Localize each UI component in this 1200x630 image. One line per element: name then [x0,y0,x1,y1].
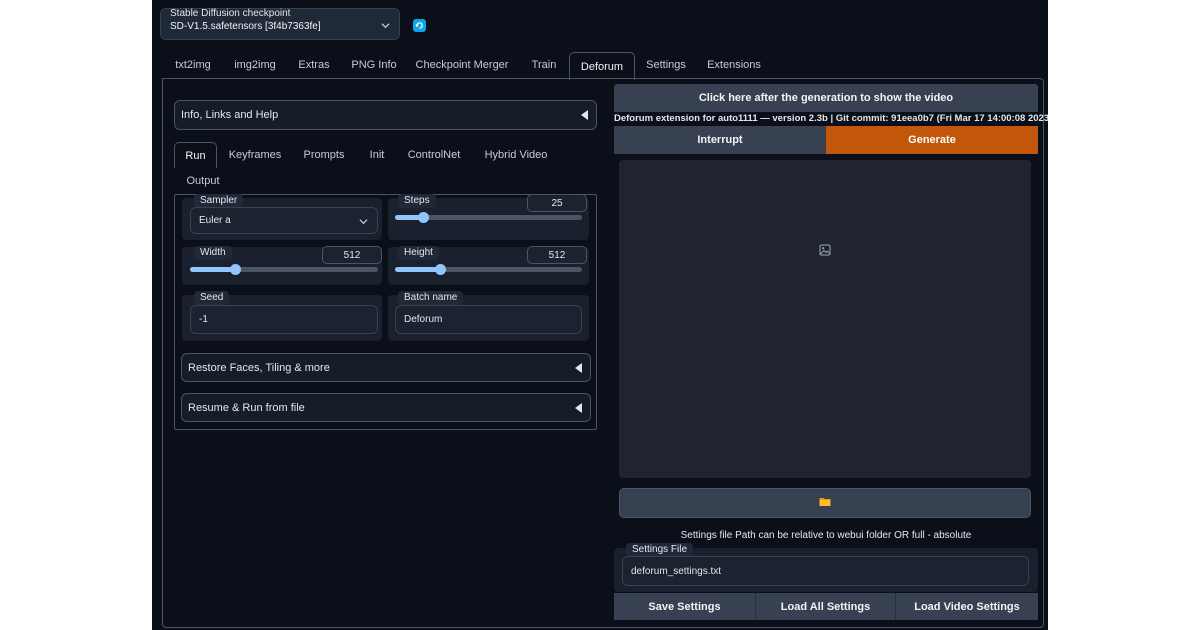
restore-faces-accordion[interactable]: Restore Faces, Tiling & more [181,353,591,382]
generate-button[interactable]: Generate [826,126,1038,154]
subtab-hybrid-video[interactable]: Hybrid Video [478,142,554,168]
save-settings-button[interactable]: Save Settings [614,593,755,620]
height-slider[interactable] [395,264,582,275]
tab-extras[interactable]: Extras [292,52,336,78]
interrupt-button[interactable]: Interrupt [614,126,826,154]
resume-run-accordion[interactable]: Resume & Run from file [181,393,591,422]
subtab-run[interactable]: Run [174,142,217,168]
width-label: Width [194,246,232,260]
collapse-triangle-icon [581,110,588,120]
tab-img2img[interactable]: img2img [228,52,282,78]
info-links-help-accordion[interactable]: Info, Links and Help [174,100,597,130]
settings-path-note: Settings file Path can be relative to we… [680,530,972,541]
tab-deforum[interactable]: Deforum [569,52,635,80]
tab-png-info[interactable]: PNG Info [346,52,402,78]
restore-faces-label: Restore Faces, Tiling & more [188,361,330,374]
seed-label: Seed [194,291,230,305]
steps-slider[interactable] [395,212,582,223]
info-links-help-label: Info, Links and Help [181,109,279,121]
width-slider-fill [190,267,236,272]
height-label: Height [398,246,439,260]
subtab-prompts[interactable]: Prompts [298,142,350,168]
batch-name-input[interactable]: Deforum [395,305,582,334]
open-folder-button[interactable] [619,488,1031,518]
checkpoint-label: Stable Diffusion checkpoint [170,8,291,19]
seed-input[interactable]: -1 [190,305,378,334]
subtab-keyframes[interactable]: Keyframes [224,142,286,168]
resume-run-label: Resume & Run from file [188,401,305,414]
steps-number-input[interactable]: 25 [527,194,587,212]
image-icon [819,244,831,259]
folder-icon [819,496,831,510]
refresh-icon[interactable] [413,19,426,32]
app-window: Stable Diffusion checkpoint SD-V1.5.safe… [152,0,1048,630]
collapse-triangle-icon [575,402,582,413]
sampler-select[interactable]: Euler a [190,207,378,234]
tab-checkpoint-merger[interactable]: Checkpoint Merger [412,52,512,78]
output-gallery [619,160,1031,478]
subtab-init[interactable]: Init [362,142,392,168]
width-number-input[interactable]: 512 [322,246,382,264]
sampler-value: Euler a [199,215,231,226]
sampler-label: Sampler [194,194,244,208]
steps-label: Steps [398,194,436,208]
chevron-down-icon [359,217,368,229]
height-slider-thumb[interactable] [434,264,446,275]
load-video-settings-button[interactable]: Load Video Settings [896,593,1038,620]
subtab-controlnet[interactable]: ControlNet [402,142,466,168]
show-video-button[interactable]: Click here after the generation to show … [614,84,1038,112]
subtab-output[interactable]: Output [180,168,226,194]
version-info: Deforum extension for auto1111 — version… [614,113,1048,124]
settings-file-input[interactable]: deforum_settings.txt [622,556,1029,586]
load-all-settings-button[interactable]: Load All Settings [755,593,896,620]
height-slider-fill [395,267,440,272]
width-slider[interactable] [190,264,378,275]
batch-name-label: Batch name [398,291,464,305]
tab-extensions[interactable]: Extensions [702,52,766,78]
steps-slider-thumb[interactable] [418,212,430,223]
height-number-input[interactable]: 512 [527,246,587,264]
checkpoint-panel: Stable Diffusion checkpoint SD-V1.5.safe… [160,8,400,40]
chevron-down-icon[interactable] [381,21,390,33]
collapse-triangle-icon [575,362,582,373]
tab-txt2img[interactable]: txt2img [166,52,220,78]
tab-train[interactable]: Train [522,52,566,78]
tab-settings[interactable]: Settings [638,52,694,78]
checkpoint-select[interactable]: SD-V1.5.safetensors [3f4b7363fe] [170,21,321,32]
settings-file-label: Settings File [626,543,694,557]
